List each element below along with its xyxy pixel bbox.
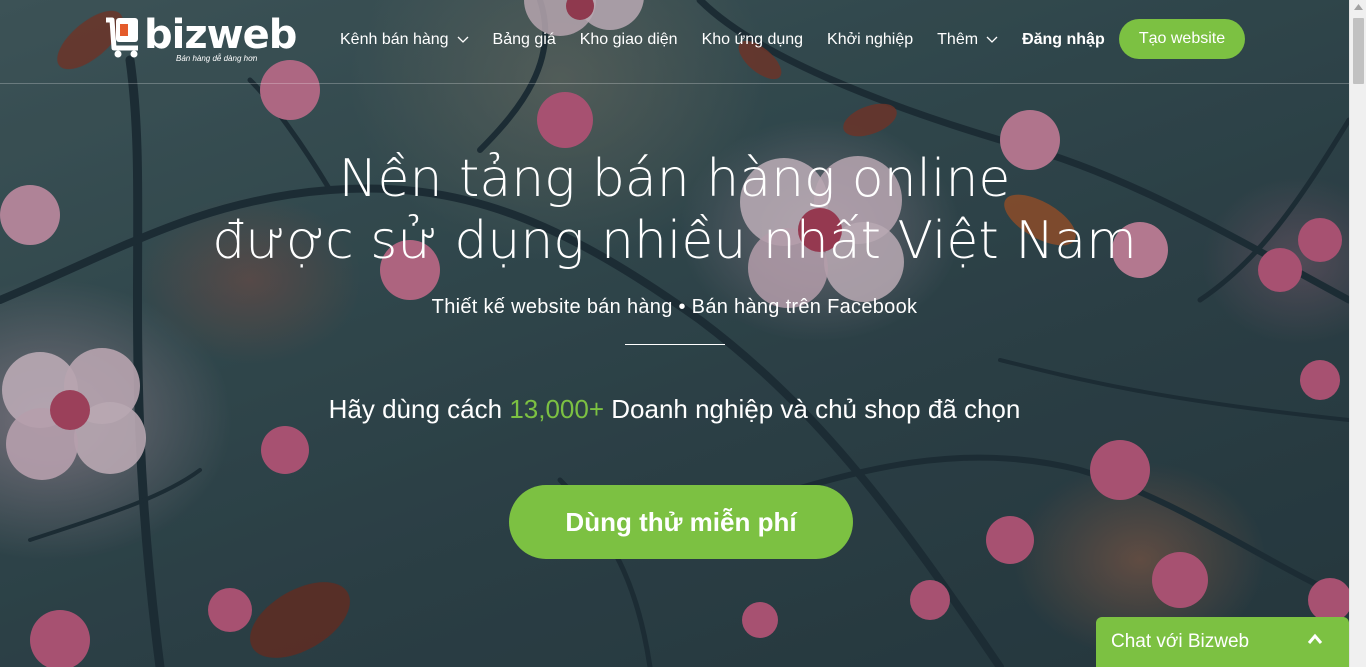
hero-overlay: [0, 0, 1349, 667]
hero-subtitle: Thiết kế website bán hàng • Bán hàng trê…: [431, 296, 918, 318]
scroll-up-arrow-icon[interactable]: [1354, 4, 1363, 10]
free-trial-button[interactable]: Dùng thử miễn phí: [509, 485, 853, 559]
chevron-down-icon: [986, 36, 998, 43]
nav-item-label: Thêm: [937, 31, 979, 48]
nav-item-kho-giao-dien[interactable]: Kho giao diện: [580, 31, 678, 49]
hero-background: [0, 0, 1349, 667]
nav-item-bang-gia[interactable]: Bảng giá: [493, 31, 556, 49]
nav-item-label: Kho ứng dụng: [701, 31, 804, 48]
logo-wordmark: bizweb: [144, 12, 297, 58]
hero-pitch: Hãy dùng cách 13,000+ Doanh nghiệp và ch…: [0, 394, 1349, 425]
nav-item-label: Kho giao diện: [579, 31, 678, 48]
nav-item-kho-ung-dung[interactable]: Kho ứng dụng: [702, 31, 803, 49]
chat-widget-label: Chat với Bizweb: [1111, 631, 1250, 652]
pitch-text-before: Hãy dùng cách: [328, 394, 510, 424]
login-link[interactable]: Đăng nhập: [1022, 31, 1105, 49]
site-header: bizweb Bán hàng dễ dàng hơn Kênh bán hàn…: [0, 0, 1349, 84]
create-website-button[interactable]: Tạo website: [1119, 19, 1245, 59]
nav-item-them[interactable]: Thêm: [937, 31, 998, 49]
hero-headline-line2: được sử dụng nhiều nhất Việt Nam: [212, 211, 1137, 271]
bizweb-logo[interactable]: bizweb Bán hàng dễ dàng hơn: [104, 12, 297, 66]
shopping-cart-logo-icon: [106, 17, 138, 58]
scrollbar-thumb[interactable]: [1353, 18, 1364, 84]
customer-count-highlight: 13,000+: [509, 394, 605, 424]
nav-item-kenh-ban-hang[interactable]: Kênh bán hàng: [340, 31, 469, 49]
chat-widget[interactable]: Chat với Bizweb: [1096, 617, 1349, 667]
pitch-text-after: Doanh nghiệp và chủ shop đã chọn: [604, 394, 1021, 424]
nav-item-label: Bảng giá: [492, 31, 556, 48]
hero-headline-line1: Nền tảng bán hàng online: [338, 149, 1011, 209]
nav-item-khoi-nghiep[interactable]: Khởi nghiệp: [827, 31, 913, 49]
main-nav: Kênh bán hàng Bảng giá Kho giao diện Kho…: [340, 28, 1123, 52]
chevron-up-icon[interactable]: [1307, 633, 1323, 645]
hero-divider: [625, 344, 725, 345]
chevron-down-icon: [457, 36, 469, 43]
logo-tagline: Bán hàng dễ dàng hơn: [176, 54, 258, 63]
page-scrollbar[interactable]: [1349, 0, 1366, 667]
nav-item-label: Kênh bán hàng: [340, 31, 449, 48]
nav-item-label: Khởi nghiệp: [827, 31, 914, 48]
